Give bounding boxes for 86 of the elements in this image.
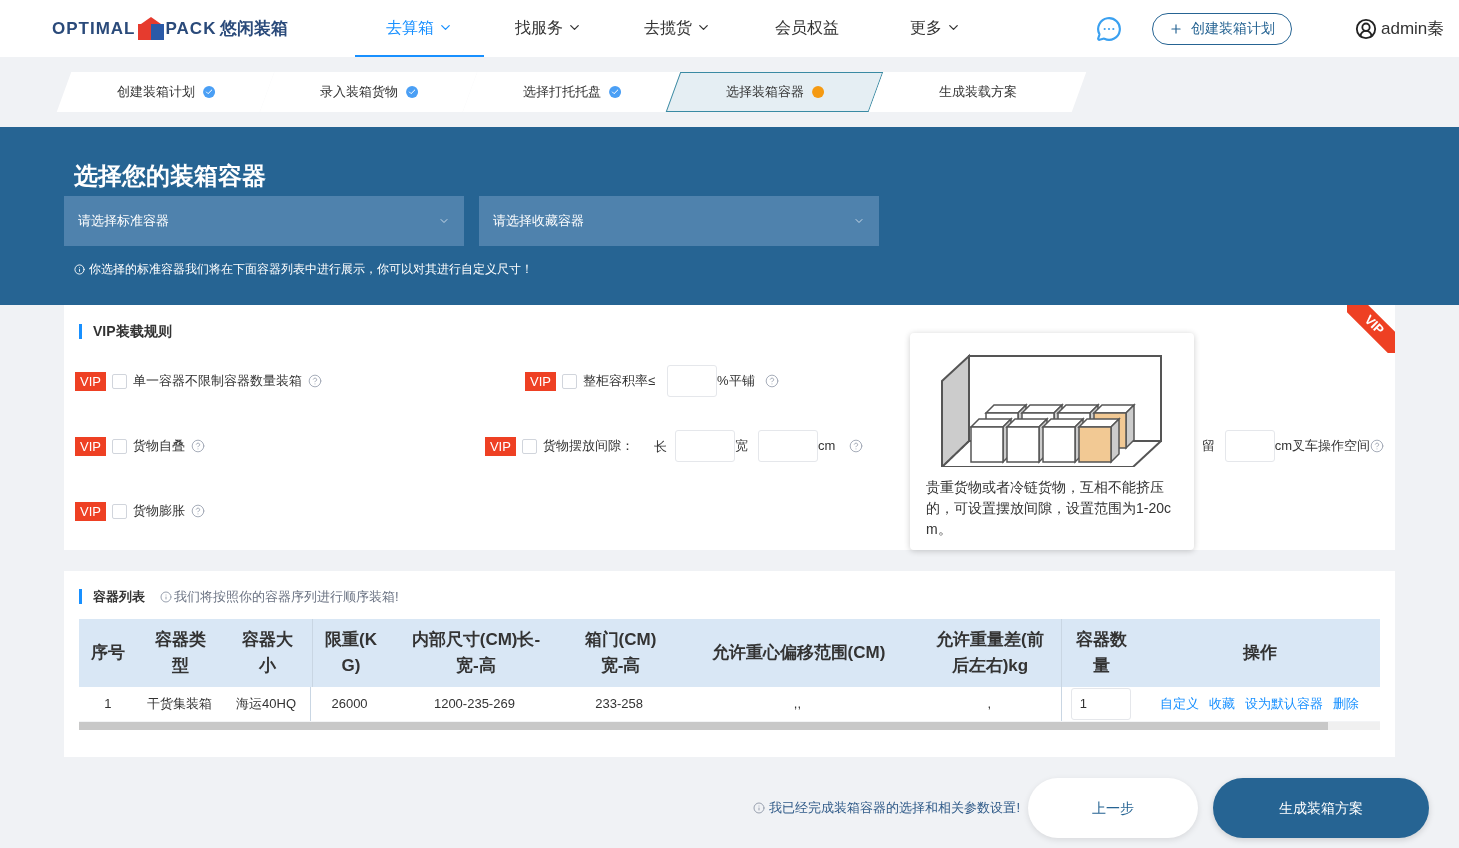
chat-icon[interactable] — [1096, 15, 1122, 42]
confirm-note: 我已经完成装箱容器的选择和相关参数设置! — [769, 799, 1020, 818]
rule-label: %平铺 — [717, 372, 755, 391]
rule-label: cm叉车操作空间 — [1274, 437, 1370, 456]
rule-label: 货物自叠 — [132, 437, 185, 456]
rule-label: 长 — [653, 439, 667, 454]
number-field[interactable] — [667, 365, 718, 397]
rule-label: 宽 — [734, 437, 748, 456]
column-header: 序号 — [90, 641, 127, 664]
help-icon[interactable] — [764, 374, 779, 388]
column-header: 限重(KG) — [311, 618, 390, 687]
help-icon[interactable] — [307, 374, 322, 388]
section-title: VIP装载规则 — [93, 322, 172, 341]
number-field[interactable] — [1224, 430, 1275, 462]
rule-label: 货物膨胀 — [132, 502, 185, 521]
checkbox[interactable] — [561, 373, 577, 389]
check-icon — [202, 86, 215, 98]
table-cell-text: 1200-235-269 — [432, 694, 516, 713]
vip-badge: VIP — [75, 371, 106, 391]
vip-badge: VIP — [75, 436, 106, 456]
nav-tab[interactable]: 去揽货 — [613, 0, 742, 57]
table-cell-text: ,, — [792, 694, 803, 713]
nav-tab[interactable]: 会员权益 — [742, 0, 871, 57]
previous-button[interactable]: 上一步 — [1028, 778, 1198, 838]
banner-title: 选择您的装箱容器 — [74, 161, 267, 191]
step-tab[interactable]: 录入装箱货物 — [259, 72, 478, 112]
nav-tab[interactable]: 找服务 — [484, 0, 613, 57]
rule-label: 留 — [1201, 437, 1215, 456]
column-header: 容器大小 — [240, 628, 294, 677]
checkbox[interactable] — [111, 503, 127, 519]
checkbox[interactable] — [111, 438, 127, 454]
rule-label: 货物摆放间隙： — [542, 437, 634, 456]
table-cell-text: 233-258 — [594, 694, 644, 713]
column-header: 容器数量 — [1061, 618, 1141, 687]
checkbox[interactable] — [111, 373, 127, 389]
step-tab[interactable]: 选择装箱容器 — [665, 72, 884, 112]
rule-label: cm — [817, 437, 836, 456]
rule-label: 整柜容积率≤ — [582, 372, 656, 391]
step-tab[interactable]: 生成装载方案 — [868, 72, 1087, 112]
step-tab[interactable]: 选择打托托盘 — [462, 72, 681, 112]
column-header: 允许重量差(前后左右)kg — [935, 628, 1045, 677]
select-dropdown[interactable]: 请选择标准容器 — [64, 196, 464, 246]
logo-text: 悠闲装箱 — [220, 17, 289, 40]
generate-plan-button[interactable]: 生成装箱方案 — [1213, 778, 1429, 838]
info-icon — [74, 263, 85, 275]
vip-ribbon: VIP — [1347, 305, 1395, 353]
logo-text: PACK — [165, 17, 217, 40]
user-name[interactable]: admin秦 — [1381, 15, 1445, 42]
help-icon[interactable] — [1370, 439, 1384, 453]
rule-label: 单一容器不限制容器数量装箱 — [132, 372, 302, 391]
check-icon — [405, 86, 418, 98]
checkbox[interactable] — [521, 438, 537, 454]
quantity-field[interactable]: 1 — [1070, 687, 1131, 720]
table-cell-text: , — [986, 694, 993, 713]
plus-icon — [1169, 21, 1183, 36]
vip-badge: VIP — [525, 371, 556, 391]
table-cell-text: 海运40HQ — [235, 694, 298, 713]
user-icon[interactable] — [1355, 17, 1377, 40]
logo-icon — [136, 15, 165, 42]
help-icon[interactable] — [849, 439, 864, 453]
select-dropdown[interactable]: 请选择收藏容器 — [479, 196, 879, 246]
column-header: 操作 — [1241, 641, 1279, 664]
vip-badge: VIP — [484, 436, 516, 456]
info-icon — [160, 590, 172, 603]
logo-text: OPTIMAL — [52, 17, 136, 40]
horizontal-scrollbar[interactable] — [79, 721, 1380, 730]
column-header: 内部尺寸(CM)长-宽-高 — [410, 628, 542, 677]
list-hint: 我们将按照你的容器序列进行顺序装箱! — [174, 588, 399, 606]
column-header: 允许重心偏移范围(CM) — [710, 641, 887, 664]
nav-tab[interactable]: 更多 — [871, 0, 1000, 57]
section-title: 容器列表 — [93, 588, 145, 606]
number-field[interactable] — [757, 430, 818, 462]
help-icon[interactable] — [190, 504, 205, 518]
table-cell-text: 1 — [103, 694, 113, 713]
table-cell-text: 干货集装箱 — [145, 694, 213, 713]
help-icon[interactable] — [190, 439, 205, 453]
info-icon — [753, 802, 766, 814]
column-header: 容器类型 — [153, 628, 207, 677]
tooltip-text: 贵重货物或者冷链货物，互相不能挤压的，可设置摆放间隙，设置范围为1-20cm。 — [926, 478, 1173, 539]
check-icon — [608, 86, 621, 98]
vip-badge: VIP — [75, 501, 106, 521]
table-cell: 26000 — [310, 686, 388, 721]
step-tab[interactable]: 创建装箱计划 — [56, 72, 275, 112]
column-header: 箱门(CM)宽-高 — [583, 628, 658, 677]
number-field[interactable] — [674, 430, 735, 462]
banner-note: 你选择的标准容器我们将在下面容器列表中进行展示，你可以对其进行自定义尺寸！ — [89, 261, 533, 278]
